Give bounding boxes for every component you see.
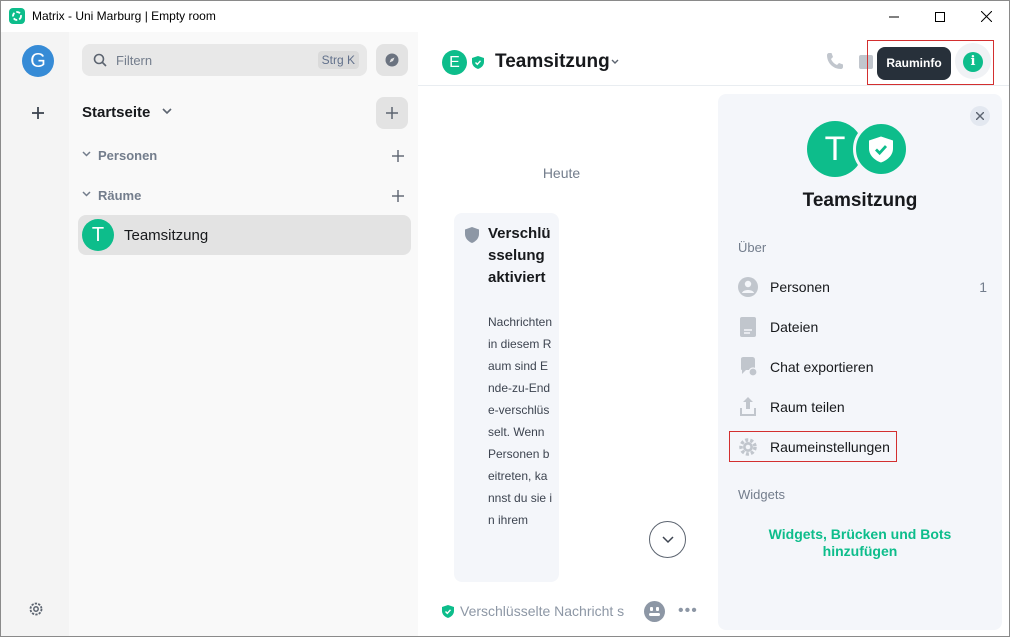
- more-options-icon[interactable]: •••: [678, 602, 698, 620]
- export-chat-label: Chat exportieren: [770, 359, 874, 375]
- voice-call-icon[interactable]: [825, 51, 845, 71]
- explore-rooms-button[interactable]: [376, 44, 408, 76]
- close-window-button[interactable]: [963, 1, 1009, 32]
- room-list-panel: Filtern Strg K Startseite Personen Räume…: [69, 32, 418, 636]
- plus-icon: [386, 107, 398, 119]
- message-composer: Verschlüsselte Nachricht s •••: [418, 593, 718, 636]
- widgets-section-label: Widgets: [738, 487, 785, 502]
- compass-icon: [385, 53, 399, 67]
- close-icon: [976, 112, 984, 120]
- files-icon: [740, 317, 756, 337]
- date-separator: Heute: [542, 165, 581, 181]
- about-section-label: Über: [738, 240, 767, 255]
- plus-icon: [32, 107, 44, 119]
- chevron-down-icon: [82, 151, 91, 157]
- chevron-down-icon: [661, 535, 674, 543]
- create-space-button[interactable]: [27, 102, 49, 124]
- filter-input[interactable]: Filtern Strg K: [82, 44, 367, 76]
- add-room-button[interactable]: [376, 97, 408, 129]
- gear-icon: [29, 602, 43, 616]
- chevron-down-icon[interactable]: [611, 59, 619, 65]
- room-header-name[interactable]: Teamsitzung: [495, 51, 610, 73]
- filter-shortcut: Strg K: [317, 51, 359, 69]
- filter-placeholder: Filtern: [116, 53, 153, 68]
- room-info-name: Teamsitzung: [802, 190, 918, 211]
- quick-settings-button[interactable]: [27, 600, 45, 618]
- share-room-label: Raum teilen: [770, 399, 845, 415]
- chevron-down-icon[interactable]: [162, 108, 172, 116]
- add-widgets-link[interactable]: Widgets, Brücken und Bots hinzufügen: [758, 526, 962, 560]
- share-icon: [740, 397, 756, 416]
- jump-to-bottom-button[interactable]: [649, 521, 686, 558]
- people-count: 1: [979, 279, 987, 295]
- shield-check-icon: [442, 605, 454, 618]
- add-room-section-button[interactable]: [391, 189, 405, 203]
- people-item[interactable]: Personen 1: [738, 272, 990, 302]
- home-title[interactable]: Startseite: [82, 104, 150, 121]
- share-room-item[interactable]: Raum teilen: [738, 392, 990, 422]
- people-label: Personen: [770, 279, 830, 295]
- highlight-frame: [867, 40, 994, 85]
- encryption-notice: Verschlüsselung aktiviert Nachrichten in…: [454, 213, 559, 582]
- room-info-panel: T Teamsitzung Über Personen 1 Dateien Ch…: [718, 94, 1002, 630]
- room-header: E Teamsitzung Rauminfo i: [418, 32, 1009, 86]
- room-header-avatar[interactable]: E: [442, 50, 467, 75]
- section-people-label: Personen: [98, 148, 158, 163]
- element-logo-icon: [9, 8, 25, 24]
- title-bar: Matrix - Uni Marburg | Empty room: [1, 1, 1009, 32]
- export-chat-item[interactable]: Chat exportieren: [738, 352, 990, 382]
- minimize-icon: [889, 16, 899, 17]
- section-people-header[interactable]: Personen: [82, 146, 202, 166]
- user-avatar[interactable]: G: [22, 45, 54, 77]
- shield-icon: [465, 227, 479, 243]
- space-rail: G: [1, 32, 69, 636]
- emoji-icon[interactable]: [644, 601, 665, 622]
- export-icon: [741, 357, 758, 377]
- room-name: Teamsitzung: [124, 227, 209, 244]
- chevron-down-icon: [82, 191, 91, 197]
- files-item[interactable]: Dateien: [738, 312, 990, 342]
- room-avatar: T: [82, 219, 114, 251]
- section-rooms-label: Räume: [98, 188, 142, 203]
- search-icon: [93, 53, 107, 67]
- files-label: Dateien: [770, 319, 819, 335]
- window-title: Matrix - Uni Marburg | Empty room: [32, 9, 216, 23]
- add-person-button[interactable]: [391, 149, 405, 163]
- people-icon: [738, 277, 758, 297]
- close-panel-button[interactable]: [970, 106, 990, 126]
- room-tile-teamsitzung[interactable]: T Teamsitzung: [78, 215, 411, 255]
- minimize-button[interactable]: [871, 1, 917, 32]
- encryption-title: Verschlüsselung aktiviert: [488, 225, 551, 286]
- app-window: Matrix - Uni Marburg | Empty room G Filt…: [0, 0, 1010, 637]
- message-input[interactable]: Verschlüsselte Nachricht s: [460, 603, 636, 619]
- shield-check-icon: [472, 56, 484, 69]
- maximize-icon: [935, 11, 945, 22]
- section-rooms-header[interactable]: Räume: [82, 186, 202, 206]
- room-view: E Teamsitzung Rauminfo i Heute Verschlüs…: [418, 32, 1009, 636]
- verified-shield-icon: [853, 121, 909, 177]
- close-icon: [980, 11, 992, 22]
- highlight-frame: [729, 431, 897, 462]
- encryption-body: Nachrichten in diesem Raum sind Ende-zu-…: [488, 315, 553, 527]
- maximize-button[interactable]: [917, 1, 963, 32]
